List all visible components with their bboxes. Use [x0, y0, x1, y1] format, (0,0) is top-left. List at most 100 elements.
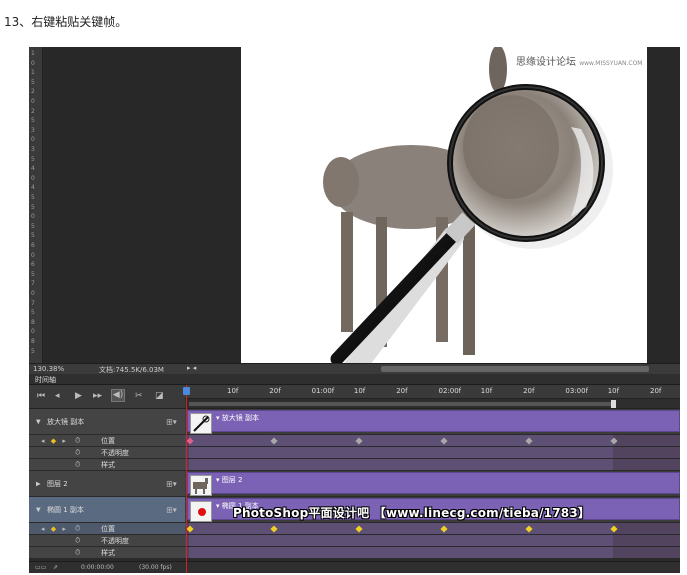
- clip-thumbnail: [190, 501, 212, 522]
- playhead[interactable]: [186, 385, 187, 573]
- property-label[interactable]: ⏱ 不透明度: [29, 447, 185, 459]
- property-row[interactable]: ◂ ◆ ▸ ⏱ 位置: [29, 435, 680, 447]
- canvas-pasteboard-right: [647, 47, 680, 363]
- layer-track[interactable]: ▾ 图层 2: [185, 471, 680, 497]
- split-clip-scissors-icon[interactable]: ✂: [135, 391, 143, 401]
- ruler-label: 0: [31, 328, 35, 336]
- ruler-label: 7: [31, 299, 35, 307]
- playback-controls: ⏮ ◂ ▶ ▸▸ ◀) ✂ ◪: [29, 385, 185, 409]
- ruler-label: 0: [31, 213, 35, 221]
- video-clip[interactable]: ▾ 放大镜 副本: [187, 410, 680, 434]
- property-row[interactable]: ⏱ 不透明度: [29, 447, 680, 459]
- keyframe-navigator[interactable]: ◂ ◆ ▸: [41, 437, 68, 445]
- ruler-tick-label: 20f: [650, 387, 662, 395]
- property-row[interactable]: ⏱ 样式: [29, 547, 680, 559]
- transition-icon[interactable]: ◪: [155, 391, 164, 401]
- layer-label[interactable]: ▼ 放大镜 副本 ⊞▾: [29, 409, 185, 435]
- timeline-panel-header[interactable]: 时间轴: [29, 374, 680, 385]
- property-track[interactable]: [185, 523, 680, 535]
- property-track[interactable]: [185, 459, 680, 471]
- property-name: 位置: [101, 524, 115, 533]
- stopwatch-icon[interactable]: ⏱: [75, 548, 80, 557]
- document-canvas[interactable]: 思缘设计论坛 www.MISSYUAN.COM: [241, 47, 647, 363]
- property-duration: [189, 523, 613, 534]
- property-track[interactable]: [185, 535, 680, 547]
- ruler-label: 8: [31, 338, 35, 345]
- donkey-magnifier-image: [323, 47, 613, 363]
- property-row[interactable]: ⏱ 不透明度: [29, 535, 680, 547]
- ruler-label: 4: [31, 165, 35, 173]
- convert-icon[interactable]: ⇗: [53, 564, 58, 571]
- ruler-label: 2: [31, 107, 35, 115]
- work-area-end-handle[interactable]: [611, 400, 616, 408]
- work-area-range[interactable]: [189, 402, 613, 406]
- ruler-tick-label: 10f: [607, 387, 620, 395]
- property-name: 不透明度: [101, 536, 129, 545]
- stopwatch-icon[interactable]: ⏱: [75, 536, 80, 545]
- status-menu-arrow-icon[interactable]: ▸ ◂: [187, 364, 196, 372]
- ruler-label: 5: [31, 309, 35, 317]
- expand-triangle-icon[interactable]: ▶: [36, 480, 41, 487]
- expand-triangle-icon[interactable]: ▼: [36, 506, 41, 513]
- canvas-pasteboard-left: [43, 47, 241, 363]
- film-strip-icon[interactable]: ⊞▾: [166, 417, 177, 426]
- property-label[interactable]: ⏱ 样式: [29, 547, 185, 559]
- ruler-label: 6: [31, 261, 35, 269]
- work-area-bar[interactable]: [185, 399, 680, 409]
- property-name: 位置: [101, 436, 115, 445]
- layer-label[interactable]: ▶ 图层 2 ⊞▾: [29, 471, 185, 497]
- property-track[interactable]: [185, 547, 680, 559]
- photoshop-screenshot: 10152025303540455055606570758085 思缘设计论坛 …: [29, 47, 680, 573]
- frame-rate: (30.00 fps): [139, 564, 172, 571]
- forum-banner: PhotoShop平面设计吧 【www.linecg.com/tieba/178…: [233, 506, 591, 520]
- video-clip[interactable]: ▾ 图层 2: [187, 472, 680, 496]
- property-row[interactable]: ⏱ 样式: [29, 459, 680, 471]
- layer-row[interactable]: ▼ 放大镜 副本 ⊞▾ ▾ 放大镜 副本: [29, 409, 680, 435]
- step-caption: 13、右键粘贴关键帧。: [4, 15, 128, 29]
- layer-name: 放大镜 副本: [47, 417, 85, 426]
- render-icon[interactable]: ▭▭: [35, 564, 46, 571]
- zoom-level[interactable]: 130.38%: [33, 365, 64, 373]
- ruler-label: 5: [31, 78, 35, 86]
- property-name: 样式: [101, 460, 115, 469]
- expand-triangle-icon[interactable]: ▼: [36, 418, 41, 425]
- property-track[interactable]: [185, 447, 680, 459]
- keyframe-navigator[interactable]: ◂ ◆ ▸: [41, 525, 68, 533]
- ruler-label: 5: [31, 203, 35, 211]
- film-strip-icon[interactable]: ⊞▾: [166, 479, 177, 488]
- status-bar: 130.38% 文档:745.5K/6.03M ▸ ◂: [29, 363, 680, 374]
- stopwatch-icon[interactable]: ⏱: [75, 524, 80, 533]
- layer-row[interactable]: ▶ 图层 2 ⊞▾ ▾ 图层 2: [29, 471, 680, 497]
- keyframe[interactable]: [610, 436, 618, 445]
- clip-name: ▾ 放大镜 副本: [216, 414, 259, 422]
- layer-track[interactable]: ▾ 放大镜 副本: [185, 409, 680, 435]
- audio-toggle-icon[interactable]: ◀): [111, 389, 125, 402]
- ruler-label: 5: [31, 194, 35, 201]
- ruler-label: 0: [31, 98, 35, 105]
- property-label[interactable]: ◂ ◆ ▸ ⏱ 位置: [29, 523, 185, 535]
- play-icon[interactable]: ▶: [75, 391, 82, 401]
- current-time: 0:00:00:00: [81, 564, 114, 571]
- stopwatch-icon[interactable]: ⏱: [75, 448, 80, 457]
- vertical-ruler: 10152025303540455055606570758085: [29, 47, 43, 363]
- layer-name: 图层 2: [47, 479, 68, 488]
- film-strip-icon[interactable]: ⊞▾: [166, 505, 177, 514]
- property-row[interactable]: ◂ ◆ ▸ ⏱ 位置: [29, 523, 680, 535]
- layer-label[interactable]: ▼ 椭圆 1 副本 ⊞▾: [29, 497, 185, 523]
- playhead-handle[interactable]: [183, 387, 190, 395]
- timeline-ruler[interactable]: 10f 20f 01:00f 10f 20f 02:00f 10f 20f 03:00f 10f 2…: [185, 385, 680, 399]
- ruler-tick-label: 10f: [480, 387, 493, 395]
- stopwatch-icon[interactable]: ⏱: [75, 460, 80, 469]
- previous-frame-icon[interactable]: ◂: [55, 391, 60, 401]
- property-label[interactable]: ⏱ 不透明度: [29, 535, 185, 547]
- next-frame-icon[interactable]: ▸▸: [93, 391, 102, 401]
- go-to-first-frame-icon[interactable]: ⏮: [37, 391, 45, 401]
- ruler-label: 0: [31, 251, 35, 259]
- ruler-label: 1: [31, 50, 35, 57]
- property-label[interactable]: ⏱ 样式: [29, 459, 185, 471]
- keyframe[interactable]: [610, 524, 618, 533]
- property-track[interactable]: [185, 435, 680, 447]
- horizontal-scrollbar[interactable]: [381, 366, 649, 372]
- property-label[interactable]: ◂ ◆ ▸ ⏱ 位置: [29, 435, 185, 447]
- stopwatch-icon[interactable]: ⏱: [75, 436, 80, 445]
